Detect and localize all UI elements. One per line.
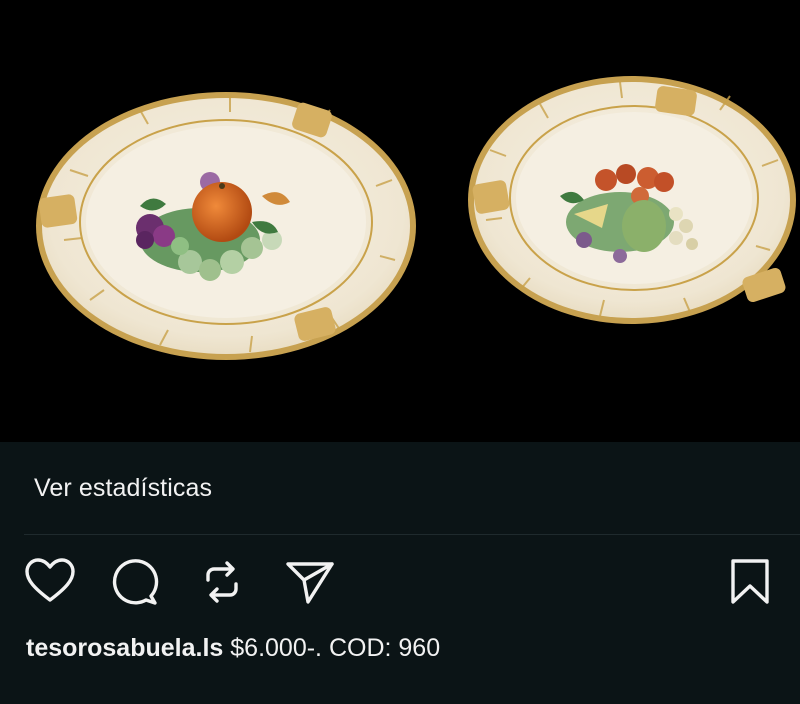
right-ashtray [468,76,796,324]
like-button[interactable] [24,556,76,608]
ashtrays-image [36,76,796,360]
view-stats-link[interactable]: Ver estadísticas [34,474,212,503]
comment-icon [112,559,159,605]
post-photo[interactable] [0,0,800,442]
post-caption: tesorosabuela.ls $6.000-. COD: 960 [26,634,440,663]
post-action-bar [0,550,800,610]
bookmark-icon [731,559,769,604]
caption-text: $6.000-. COD: 960 [223,634,441,662]
save-button[interactable] [724,556,776,608]
heart-icon [25,558,75,602]
share-button[interactable] [284,556,336,608]
send-icon [286,562,334,604]
repost-button[interactable] [196,556,248,608]
caption-username[interactable]: tesorosabuela.ls [26,634,223,662]
left-ashtray [36,92,416,360]
repost-icon [206,561,238,603]
divider [24,534,800,535]
comment-button[interactable] [108,556,160,608]
